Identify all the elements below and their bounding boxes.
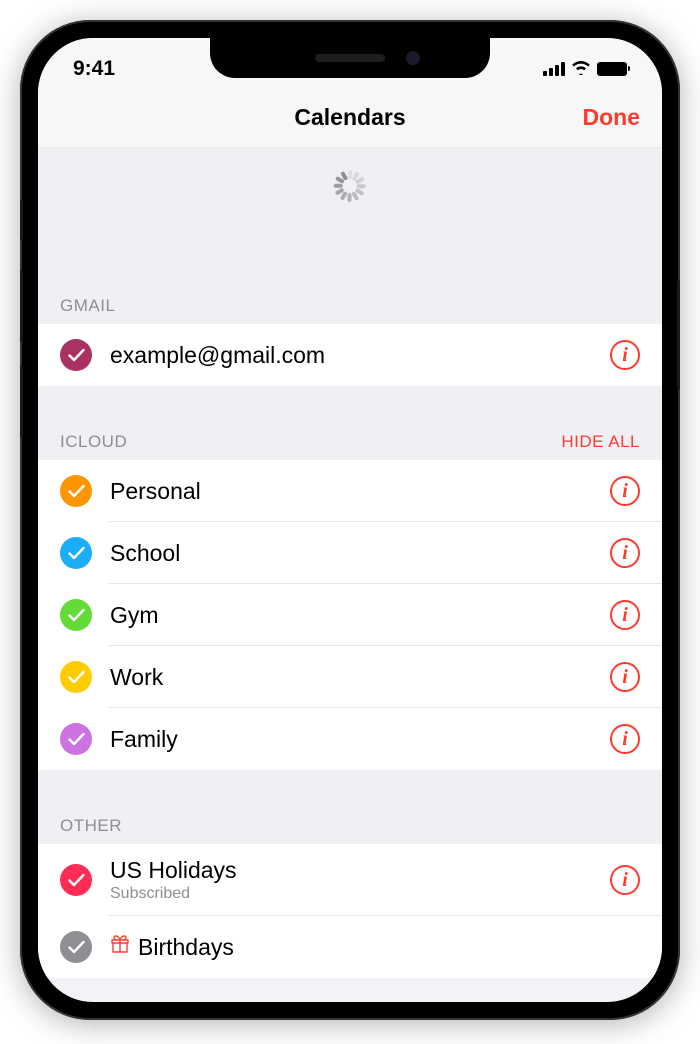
calendar-name: Gym — [110, 602, 610, 629]
calendar-name: example@gmail.com — [110, 342, 610, 369]
calendar-name: Personal — [110, 478, 610, 505]
calendar-sublabel: Subscribed — [110, 885, 610, 903]
mute-switch — [20, 200, 23, 240]
calendar-name: Family — [110, 726, 610, 753]
phone-frame: 9:41 Calendars Done GMAIL — [20, 20, 680, 1020]
list-gmail: example@gmail.com i — [38, 324, 662, 386]
section-label: ICLOUD — [60, 432, 127, 452]
section-header-other: OTHER — [38, 808, 662, 844]
checkmark-icon — [60, 475, 92, 507]
info-button[interactable]: i — [610, 476, 640, 506]
speaker-grille — [315, 54, 385, 62]
section-header-icloud: ICLOUD HIDE ALL — [38, 424, 662, 460]
checkmark-icon — [60, 339, 92, 371]
info-button[interactable]: i — [610, 724, 640, 754]
row-text: Family — [92, 726, 610, 753]
row-text: School — [92, 540, 610, 567]
volume-up-button — [20, 270, 23, 342]
section-label: OTHER — [60, 816, 122, 836]
status-time: 9:41 — [73, 57, 115, 81]
info-button[interactable]: i — [610, 538, 640, 568]
calendar-name: Work — [110, 664, 610, 691]
checkmark-icon — [60, 599, 92, 631]
row-text: Personal — [92, 478, 610, 505]
done-button[interactable]: Done — [583, 104, 641, 131]
checkmark-icon — [60, 537, 92, 569]
screen: 9:41 Calendars Done GMAIL — [38, 38, 662, 1002]
page-title: Calendars — [294, 104, 405, 131]
gift-icon — [110, 934, 130, 960]
calendar-name: Birthdays — [110, 934, 640, 961]
wifi-icon — [571, 57, 591, 81]
row-text: Birthdays — [92, 934, 640, 961]
checkmark-icon — [60, 864, 92, 896]
checkmark-icon — [60, 661, 92, 693]
calendar-row[interactable]: Familyi — [38, 708, 662, 770]
info-button[interactable]: i — [610, 340, 640, 370]
cellular-signal-icon — [543, 62, 565, 76]
calendar-row[interactable]: example@gmail.com i — [38, 324, 662, 386]
front-camera — [406, 51, 420, 65]
row-text: US Holidays Subscribed — [92, 857, 610, 903]
info-button[interactable]: i — [610, 600, 640, 630]
calendar-row[interactable]: Worki — [38, 646, 662, 708]
info-button[interactable]: i — [610, 662, 640, 692]
section-label: GMAIL — [60, 296, 115, 316]
calendar-row[interactable]: Gymi — [38, 584, 662, 646]
row-text: example@gmail.com — [92, 342, 610, 369]
battery-icon — [597, 62, 627, 76]
row-text: Gym — [92, 602, 610, 629]
calendar-name: School — [110, 540, 610, 567]
checkmark-icon — [60, 723, 92, 755]
status-right — [543, 57, 627, 81]
calendar-row[interactable]: US Holidays Subscribed i — [38, 844, 662, 916]
section-header-gmail: GMAIL — [38, 288, 662, 324]
nav-bar: Calendars Done — [38, 88, 662, 148]
list-icloud: PersonaliSchooliGymiWorkiFamilyi — [38, 460, 662, 770]
list-other: US Holidays Subscribed i Birthdays — [38, 844, 662, 978]
hide-all-button[interactable]: HIDE ALL — [561, 432, 640, 452]
pull-to-refresh — [38, 148, 662, 288]
info-button[interactable]: i — [610, 865, 640, 895]
calendar-row[interactable]: Birthdays — [38, 916, 662, 978]
notch — [210, 38, 490, 78]
spinner-icon — [334, 170, 366, 202]
power-button — [677, 280, 680, 390]
calendar-row[interactable]: Schooli — [38, 522, 662, 584]
volume-down-button — [20, 365, 23, 437]
row-text: Work — [92, 664, 610, 691]
calendar-name-text: Birthdays — [138, 934, 234, 961]
calendar-row[interactable]: Personali — [38, 460, 662, 522]
calendar-name: US Holidays — [110, 857, 610, 884]
checkmark-icon — [60, 931, 92, 963]
